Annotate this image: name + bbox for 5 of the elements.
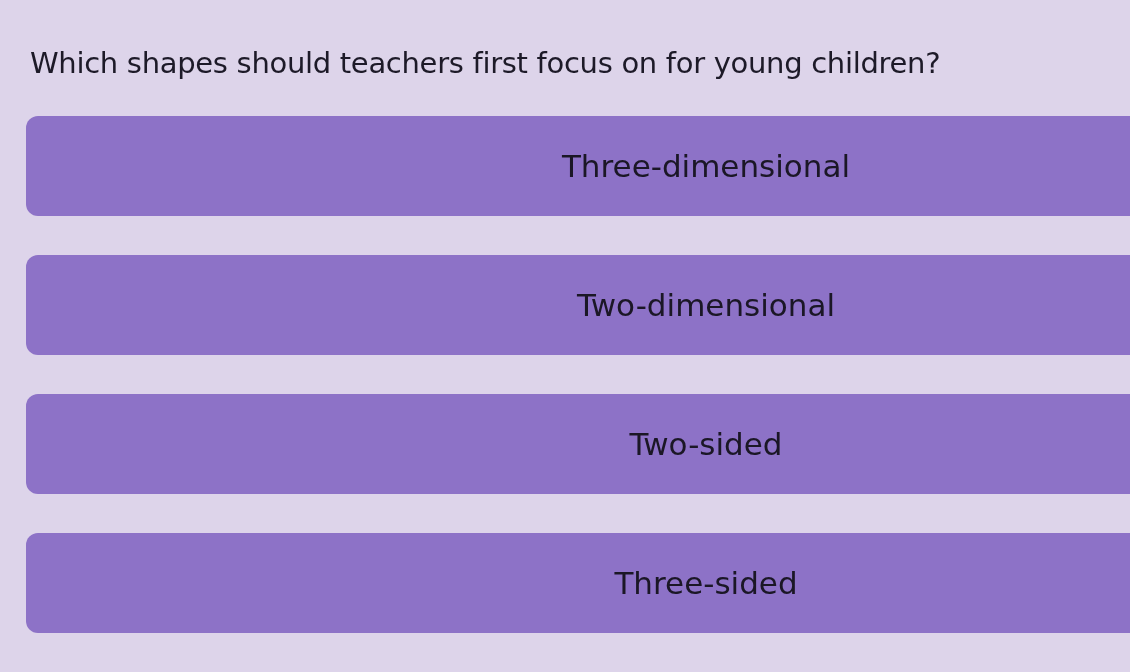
answer-option[interactable]: Two-sided (26, 394, 1130, 494)
answer-option[interactable]: Two-dimensional (26, 255, 1130, 355)
answer-option[interactable]: Three-dimensional (26, 116, 1130, 216)
question-text: Which shapes should teachers first focus on for young children? (30, 46, 942, 80)
answer-option[interactable]: Three-sided (26, 533, 1130, 633)
